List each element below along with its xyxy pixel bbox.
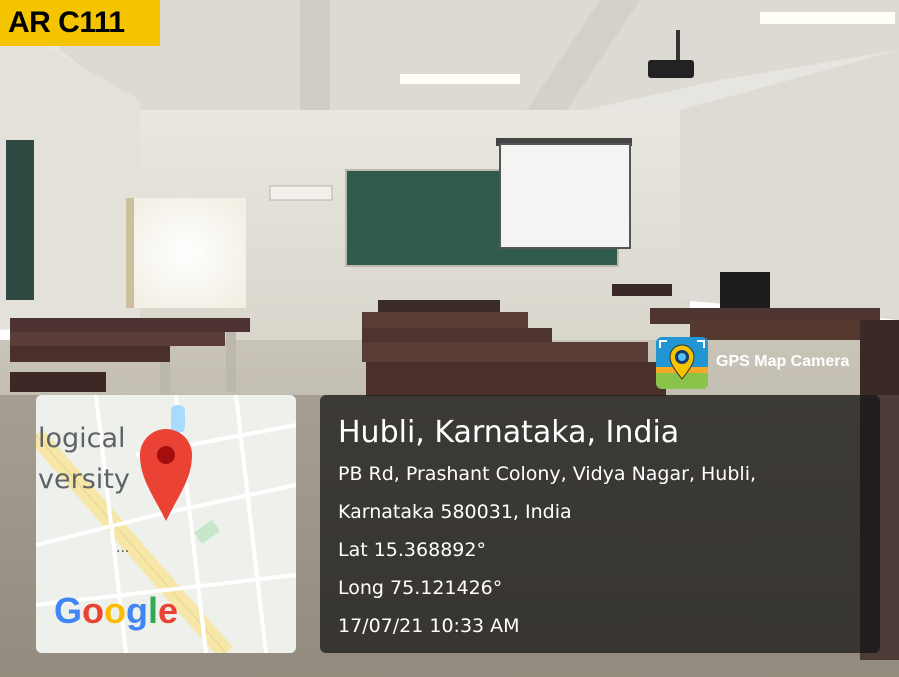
map-place-label: logical <box>38 423 126 454</box>
room-number-tag: AR C111 <box>0 0 160 46</box>
map-ellipsis: ... <box>116 540 130 556</box>
address-line-1: PB Rd, Prashant Colony, Vidya Nagar, Hub… <box>338 463 757 485</box>
location-info-panel: Hubli, Karnataka, India PB Rd, Prashant … <box>320 395 880 653</box>
timestamp: 17/07/21 10:33 AM <box>338 615 520 637</box>
map-place-label-2: versity <box>38 464 130 495</box>
longitude: Long 75.121426° <box>338 577 503 599</box>
latitude: Lat 15.368892° <box>338 539 486 561</box>
map-thumbnail: logical versity ... Google <box>36 395 296 653</box>
gps-map-camera-badge: GPS Map Camera <box>656 337 882 391</box>
address-line-2: Karnataka 580031, India <box>338 501 572 523</box>
gps-map-camera-label: GPS Map Camera <box>716 353 850 370</box>
location-city: Hubli, Karnataka, India <box>338 415 680 450</box>
google-logo: Google <box>54 590 179 631</box>
gps-map-camera-icon <box>656 337 708 389</box>
